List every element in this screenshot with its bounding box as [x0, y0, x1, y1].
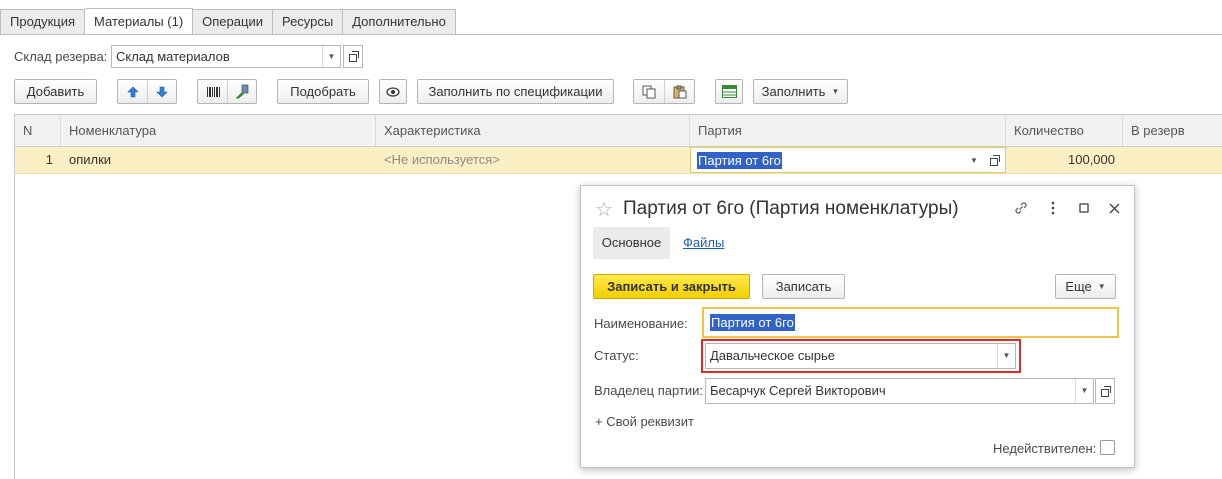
save-button[interactable]: Записать [762, 274, 845, 299]
reserve-warehouse-field[interactable]: Склад материалов ▼ [111, 45, 341, 68]
status-label: Статус: [594, 348, 639, 363]
batch-edit-text: Партия от 6го [691, 148, 782, 174]
reserve-warehouse-value: Склад материалов [116, 49, 230, 64]
batch-dialog: ☆ Партия от 6го (Партия номенклатуры) Ос… [580, 185, 1135, 468]
paste-icon [673, 85, 686, 98]
col-characteristic[interactable]: Характеристика [376, 115, 690, 146]
tab-materials[interactable]: Материалы (1) [85, 8, 194, 35]
invalid-checkbox[interactable] [1100, 440, 1115, 455]
tab-additional[interactable]: Дополнительно [343, 9, 456, 35]
open-batch-button[interactable] [985, 148, 1003, 172]
scanner-button[interactable] [227, 80, 256, 103]
owner-value: Бесарчук Сергей Викторович [710, 383, 886, 398]
open-owner-button[interactable] [1095, 378, 1115, 404]
col-number[interactable]: N [15, 115, 61, 146]
barcode-button[interactable] [198, 80, 227, 103]
fill-button[interactable]: Заполнить ▼ [753, 79, 848, 104]
tab-bar: Продукция Материалы (1) Операции Ресурсы… [0, 8, 456, 35]
chevron-down-icon[interactable]: ▼ [997, 344, 1015, 368]
table-settings-button[interactable] [715, 79, 743, 104]
move-buttons [117, 79, 177, 104]
arrow-down-icon [155, 85, 169, 99]
barcode-buttons [197, 79, 257, 104]
copy-icon [642, 85, 656, 98]
open-icon [348, 51, 359, 62]
col-batch[interactable]: Партия [690, 115, 1006, 146]
link-icon[interactable] [1011, 198, 1031, 218]
name-field[interactable]: Партия от 6го [702, 307, 1119, 338]
table-header: N Номенклатура Характеристика Партия Кол… [15, 115, 1222, 147]
table-icon [721, 85, 737, 98]
row-quantity[interactable]: 100,000 [1006, 147, 1123, 173]
dialog-title: Партия от 6го (Партия номенклатуры) [623, 198, 959, 219]
move-down-button[interactable] [147, 80, 176, 103]
batch-selected-value: Партия от 6го [697, 152, 782, 169]
table-row[interactable]: 1 опилки <Не используется> Партия от 6го… [15, 147, 1222, 174]
move-up-button[interactable] [118, 80, 147, 103]
owner-field[interactable]: Бесарчук Сергей Викторович ▼ [705, 378, 1094, 404]
star-icon[interactable]: ☆ [595, 197, 613, 222]
show-button[interactable] [379, 79, 407, 104]
tab-products[interactable]: Продукция [0, 9, 86, 35]
col-quantity[interactable]: Количество [1006, 115, 1123, 146]
paste-button[interactable] [664, 80, 694, 103]
col-reserve[interactable]: В резерв [1123, 115, 1222, 146]
tab-operations[interactable]: Операции [193, 9, 273, 35]
chevron-down-icon[interactable]: ▼ [965, 148, 983, 172]
status-value: Давальческое сырье [710, 348, 835, 363]
chevron-down-icon[interactable]: ▼ [322, 46, 340, 67]
more-vertical-icon[interactable] [1043, 198, 1063, 218]
chevron-down-icon: ▼ [1097, 282, 1106, 291]
more-button-label: Еще [1065, 279, 1092, 294]
tabs-divider [0, 34, 1222, 35]
tab-main[interactable]: Основное [593, 227, 670, 259]
add-button[interactable]: Добавить [14, 79, 97, 104]
arrow-up-icon [126, 85, 140, 99]
close-icon[interactable] [1104, 198, 1124, 218]
clipboard-buttons [633, 79, 695, 104]
col-nomenclature[interactable]: Номенклатура [61, 115, 376, 146]
open-reserve-warehouse-button[interactable] [343, 45, 363, 68]
batch-edit-field[interactable]: Партия от 6го ▼ [690, 147, 1006, 173]
open-icon [989, 154, 1000, 166]
chevron-down-icon: ▼ [831, 87, 840, 96]
copy-button[interactable] [634, 80, 664, 103]
save-and-close-button[interactable]: Записать и закрыть [593, 274, 750, 299]
name-value: Партия от 6го [710, 314, 795, 331]
fill-by-spec-button[interactable]: Заполнить по спецификации [417, 79, 614, 104]
barcode-icon [206, 86, 220, 97]
invalid-label: Недействителен: [993, 441, 1097, 456]
fill-button-label: Заполнить [761, 84, 826, 99]
pick-button[interactable]: Подобрать [277, 79, 369, 104]
reserve-warehouse-label: Склад резерва: [14, 49, 108, 64]
more-button[interactable]: Еще ▼ [1055, 274, 1116, 299]
eye-icon [386, 86, 400, 97]
status-field[interactable]: Давальческое сырье ▼ [705, 343, 1016, 369]
owner-label: Владелец партии: [594, 383, 704, 398]
row-number: 1 [45, 152, 53, 167]
tab-files[interactable]: Файлы [683, 235, 724, 250]
name-label: Наименование: [594, 316, 688, 331]
tab-resources[interactable]: Ресурсы [272, 9, 344, 35]
scanner-icon [236, 84, 249, 99]
row-nomenclature[interactable]: опилки [61, 147, 376, 173]
open-icon [1100, 385, 1111, 397]
row-reserve[interactable] [1123, 147, 1222, 173]
maximize-icon[interactable] [1074, 198, 1094, 218]
chevron-down-icon[interactable]: ▼ [1075, 379, 1093, 403]
add-custom-attribute-link[interactable]: + Свой реквизит [595, 414, 694, 429]
row-characteristic[interactable]: <Не используется> [376, 147, 690, 173]
